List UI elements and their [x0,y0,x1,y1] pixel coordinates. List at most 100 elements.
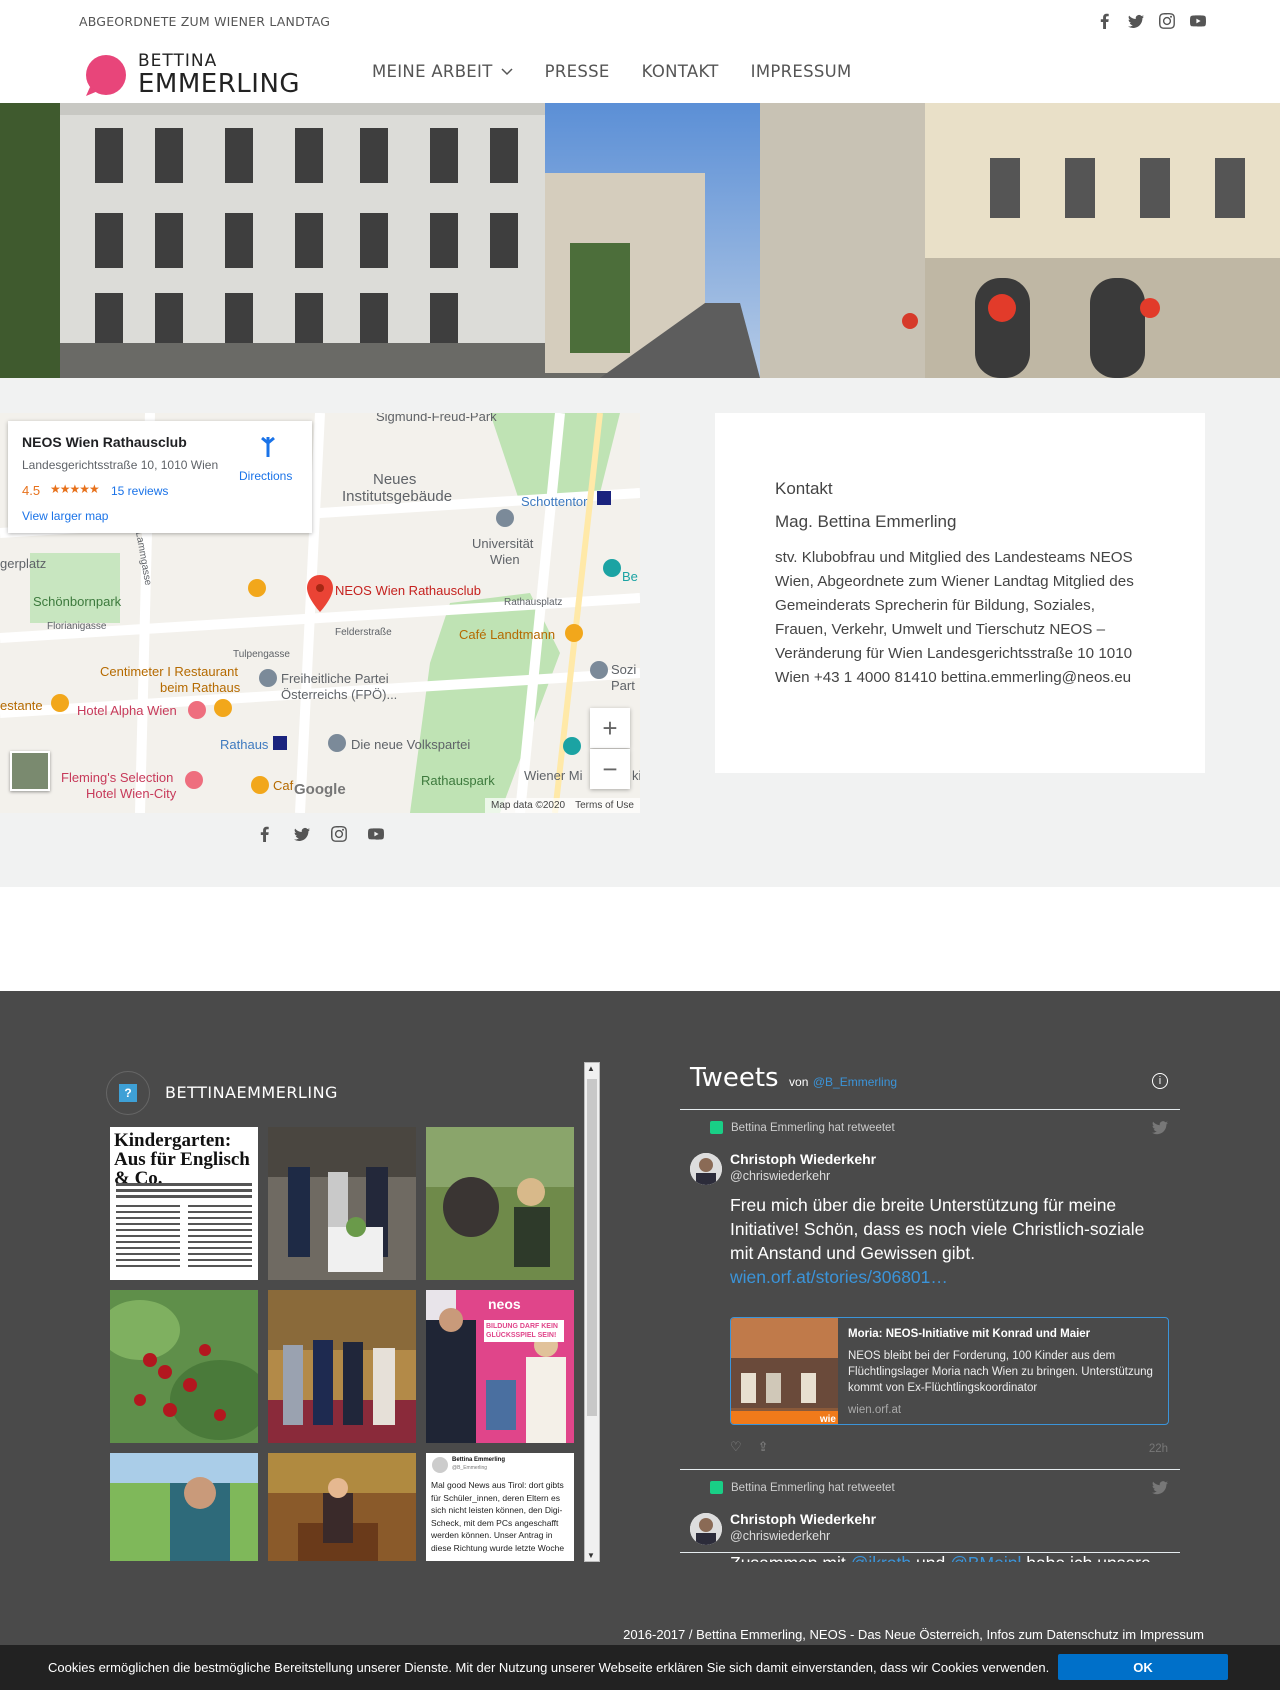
twitter-timeline: Tweets von @B_Emmerling i Bettina Emmerl… [680,1053,1180,1562]
hero-image [0,103,1280,378]
sign-text: BILDUNG DARF KEIN GLÜCKSSPIEL SEIN! [484,1320,564,1342]
contact-section: Sigmund-Freud-Park Neues Institutsgebäud… [0,378,1280,887]
tweet-text-part: Zusammen mit [730,1553,851,1562]
divider [680,1469,1180,1470]
tweet-author-handle[interactable]: @chriswiederkehr [730,1529,830,1543]
zoom-in-button[interactable]: + [590,708,630,748]
instagram-post[interactable] [268,1290,416,1443]
tweet-author-name[interactable]: Christoph Wiederkehr [730,1151,876,1167]
tweet-text: Freu mich über die breite Unterstützung … [730,1193,1170,1289]
contact-heading: Kontakt [775,479,833,498]
instagram-post[interactable] [110,1290,258,1443]
contact-name: Mag. Bettina Emmerling [775,512,957,531]
twitter-icon[interactable] [293,825,310,842]
neos-banner-text: neos [488,1296,521,1312]
zoom-out-button[interactable]: − [590,749,630,789]
tweet-author-name[interactable]: Christoph Wiederkehr [730,1511,876,1527]
instagram-post[interactable]: Bettina Emmerling @B_Emmerling Mal good … [426,1453,574,1561]
scroll-down-icon[interactable]: ▼ [587,1551,595,1560]
footer-text: 2016-2017 / Bettina Emmerling, NEOS - Da… [623,1627,1204,1642]
map-label: Sigmund-Freud-Park [376,413,497,424]
view-larger-map-link[interactable]: View larger map [22,509,108,523]
link-card[interactable]: wie Moria: NEOS-Initiative mit Konrad un… [730,1317,1169,1425]
avatar [432,1457,448,1473]
instagram-post[interactable]: neos BILDUNG DARF KEIN GLÜCKSSPIEL SEIN! [426,1290,574,1443]
scroll-thumb[interactable] [587,1079,597,1416]
instagram-post[interactable]: Kindergarten: Aus für Englisch & Co. [110,1127,258,1280]
heart-icon[interactable]: ♡ [730,1439,742,1455]
map-label: Fleming's Selection [61,770,174,785]
map-label: Be [622,569,638,584]
share-icon[interactable]: ⇪ [758,1439,769,1455]
instagram-avatar[interactable]: ? [106,1071,150,1115]
retweet-text: Bettina Emmerling hat retweetet [731,1121,895,1134]
terms-link[interactable]: Terms of Use [575,800,634,811]
mention-link[interactable]: @BMeinl [950,1553,1021,1562]
instagram-post[interactable] [268,1127,416,1280]
satellite-toggle[interactable] [10,751,50,791]
map-place-card: NEOS Wien Rathausclub Landesgerichtsstra… [8,421,312,533]
logo-first-name: BETTINA [138,51,218,71]
map-label: Freiheitliche Partei [281,671,389,686]
mention-link[interactable]: @jkroth [851,1553,912,1562]
map-label: Caf [273,778,294,793]
facebook-icon[interactable] [256,825,273,842]
instagram-post[interactable] [110,1453,258,1561]
info-icon[interactable]: i [1152,1073,1168,1089]
social-feeds-section: ? BETTINAEMMERLING Kindergarten: Aus für… [0,991,1280,1645]
facebook-icon[interactable] [1096,12,1113,29]
instagram-header: ? BETTINAEMMERLING [104,1061,584,1117]
divider [680,1109,1180,1110]
google-map[interactable]: Sigmund-Freud-Park Neues Institutsgebäud… [0,413,640,813]
map-pin-label: NEOS Wien Rathausclub [335,583,481,598]
tweet-author-handle[interactable]: @chriswiederkehr [730,1169,830,1183]
rating-stars-icon: ★★★★★ [50,482,100,496]
nav-label: MEINE ARBEIT [372,62,493,81]
nav-label: PRESSE [544,62,610,81]
avatar[interactable] [690,1513,722,1545]
timeline-title: Tweets [690,1063,779,1093]
tweet-link[interactable]: wien.orf.at/stories/306801… [730,1267,948,1287]
map-label: Hotel Wien-City [86,786,177,801]
instagram-post[interactable] [426,1127,574,1280]
directions-link[interactable]: Directions [239,469,292,483]
map-label: Rathauspark [421,773,495,788]
directions-icon[interactable] [256,435,280,459]
map-label: Schottentor [521,494,588,509]
timeline-header: Tweets von @B_Emmerling [690,1063,897,1093]
nav-label: KONTAKT [641,62,719,81]
retweet-text: Bettina Emmerling hat retweetet [731,1481,895,1494]
twitter-bird-icon[interactable] [1152,1481,1168,1500]
cookie-ok-button[interactable]: OK [1058,1654,1228,1680]
nav-meine-arbeit[interactable]: MEINE ARBEIT [372,62,513,81]
instagram-scrollbar[interactable]: ▲ ▼ [584,1062,600,1562]
instagram-icon[interactable] [330,825,347,842]
map-label: estante [0,698,43,713]
avatar[interactable] [690,1153,722,1185]
reviews-link[interactable]: 15 reviews [111,484,168,498]
nav-presse[interactable]: PRESSE [545,62,610,81]
nav-impressum[interactable]: IMPRESSUM [751,62,852,81]
contact-details: stv. Klubobfrau und Mitglied des Landest… [775,549,1134,686]
tweet-timestamp[interactable]: 22h [1149,1443,1168,1455]
site-logo[interactable]: BETTINA EMMERLING [84,52,324,98]
map-label: Rathaus [220,737,269,752]
instagram-icon[interactable] [1158,12,1175,29]
place-address: Landesgerichtsstraße 10, 1010 Wien [22,458,219,472]
map-label: Felderstraße [335,627,392,638]
nav-kontakt[interactable]: KONTAKT [642,62,719,81]
timeline-handle-link[interactable]: @B_Emmerling [813,1075,897,1089]
youtube-icon[interactable] [1189,12,1206,29]
instagram-grid: Kindergarten: Aus für Englisch & Co. neo… [110,1127,574,1561]
instagram-post[interactable] [268,1453,416,1561]
tweet-text-part: habe ich unsere [1021,1553,1151,1562]
youtube-icon[interactable] [367,825,384,842]
instagram-username[interactable]: BETTINAEMMERLING [165,1083,338,1102]
twitter-bird-icon[interactable] [1152,1121,1168,1140]
map-label: Wiener Mi [524,768,583,783]
twitter-icon[interactable] [1127,12,1144,29]
scroll-up-icon[interactable]: ▲ [587,1064,595,1073]
link-card-title: Moria: NEOS-Initiative mit Konrad und Ma… [848,1328,1091,1340]
place-name: NEOS Wien Rathausclub [22,434,187,450]
map-label: gerplatz [0,556,47,571]
